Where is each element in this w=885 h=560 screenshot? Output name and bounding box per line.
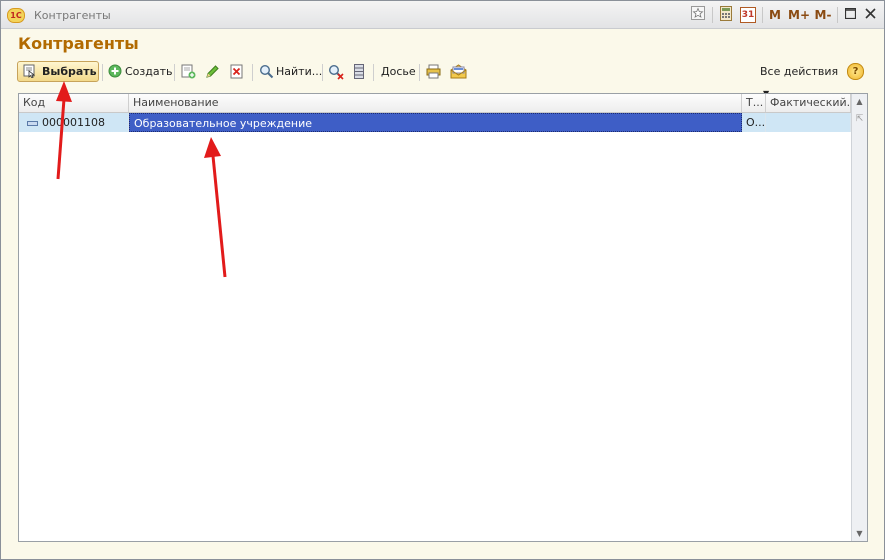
annotation-arrow-name xyxy=(204,137,227,278)
window: 1С Контрагенты 31 М М+ М- Контрагенты Вы xyxy=(0,0,885,560)
annotation-arrow-select xyxy=(56,81,72,180)
annotation-arrows xyxy=(56,81,227,278)
